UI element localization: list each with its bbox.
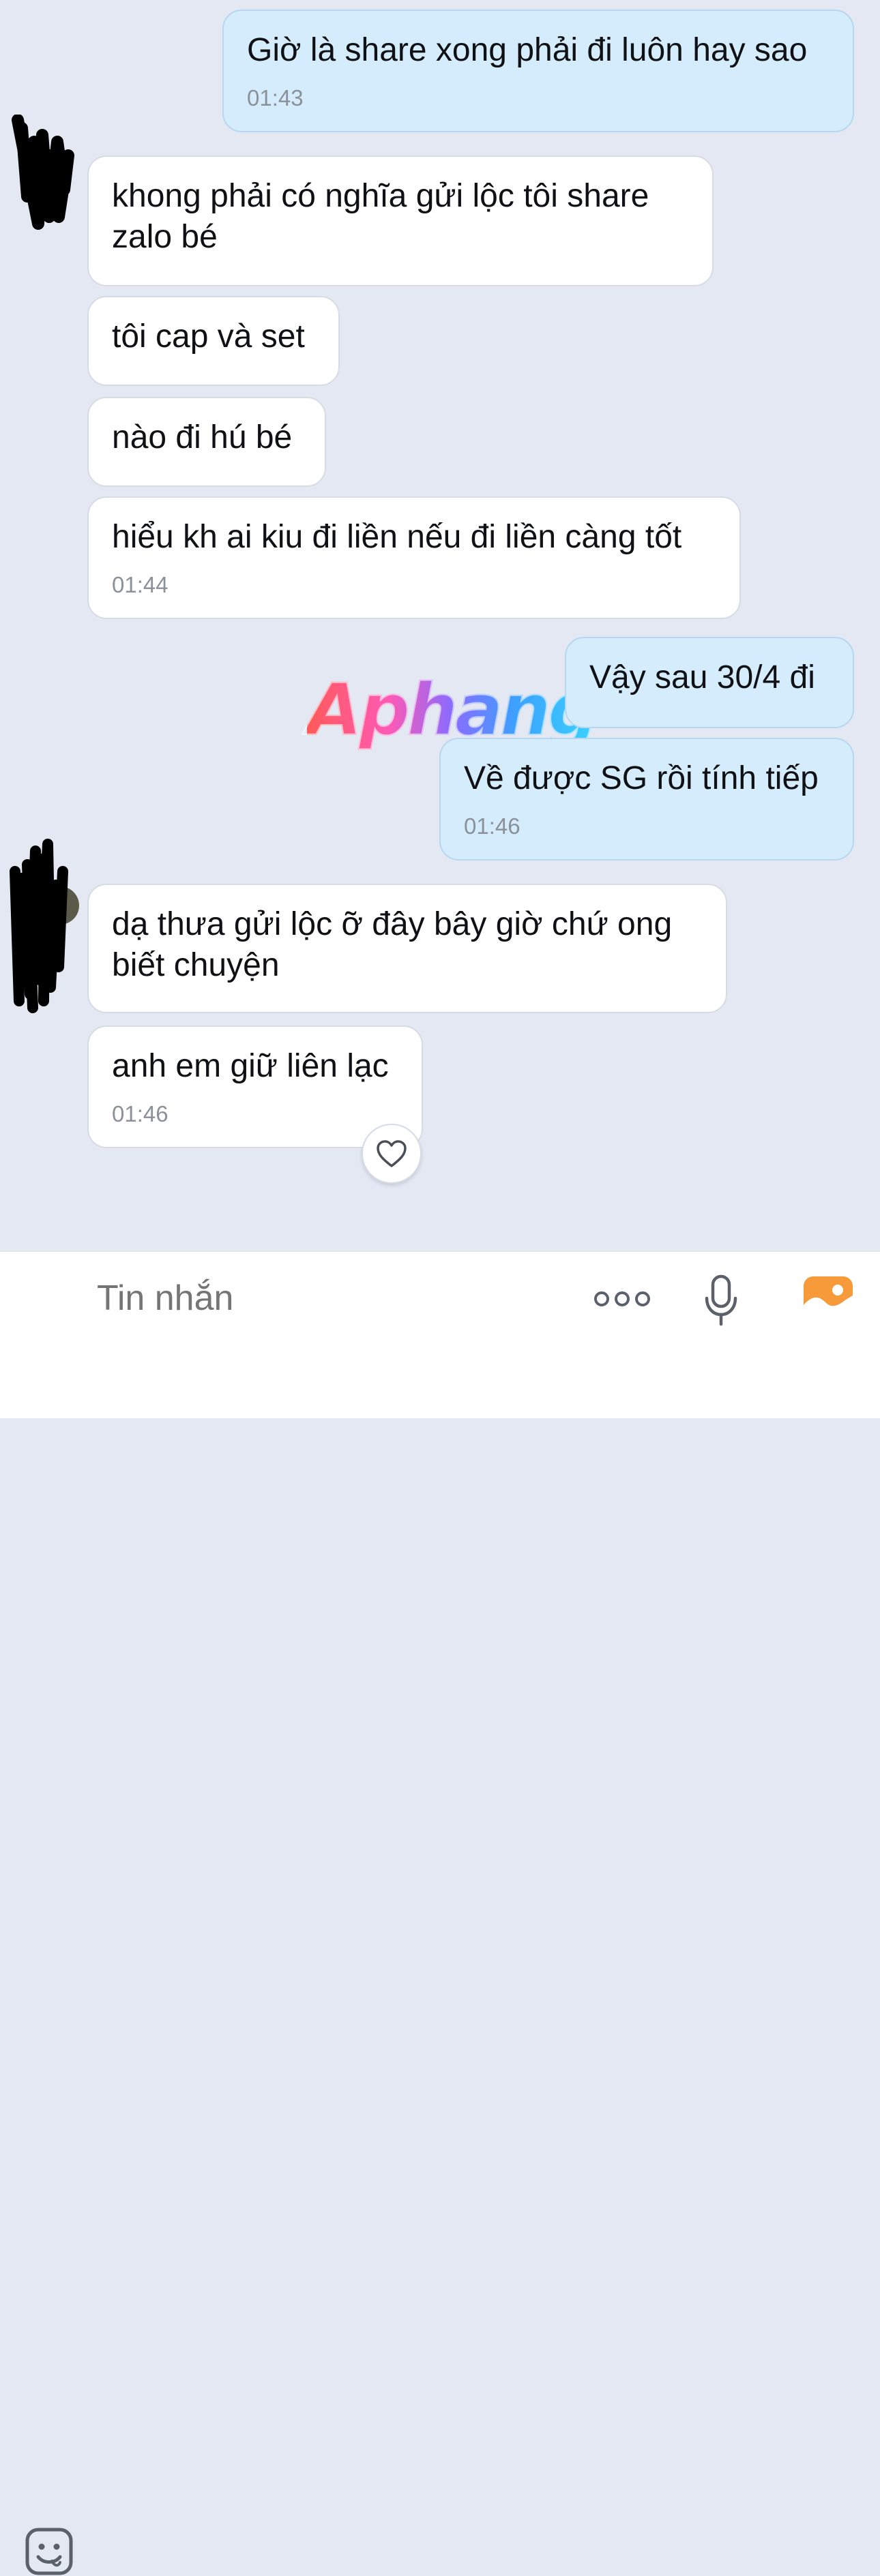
microphone-icon[interactable] bbox=[703, 1274, 739, 1327]
heart-outline-icon bbox=[377, 1140, 407, 1167]
message-text: dạ thưa gửi lộc ỡ đây bây giờ chứ ong bi… bbox=[112, 906, 673, 983]
message-bubble-incoming[interactable]: khong phải có nghĩa gửi lộc tôi share za… bbox=[87, 155, 714, 286]
message-bubble-outgoing[interactable]: Vậy sau 30/4 đi bbox=[565, 637, 854, 728]
message-input[interactable] bbox=[97, 1276, 574, 1320]
chat-area: Giờ là share xong phải đi luôn hay sao 0… bbox=[0, 0, 880, 1251]
message-bubble-incoming[interactable]: hiểu kh ai kiu đi liền nếu đi liền càng … bbox=[87, 496, 741, 619]
message-text: tôi cap và set bbox=[112, 318, 305, 355]
message-time: 01:43 bbox=[247, 85, 304, 110]
image-gallery-icon[interactable] bbox=[802, 1275, 854, 1323]
emoji-sticker-icon[interactable] bbox=[25, 2527, 74, 2576]
message-text: Về được SG rồi tính tiếp bbox=[464, 760, 819, 796]
message-bubble-incoming[interactable]: tôi cap và set bbox=[87, 296, 340, 386]
message-time: 01:46 bbox=[464, 813, 520, 839]
message-bubble-outgoing[interactable]: Giờ là share xong phải đi luôn hay sao 0… bbox=[222, 10, 854, 132]
message-text: Giờ là share xong phải đi luôn hay sao bbox=[247, 32, 808, 68]
message-text: anh em giữ liên lạc bbox=[112, 1048, 389, 1084]
message-text: Vậy sau 30/4 đi bbox=[589, 659, 815, 695]
message-text: nào đi hú bé bbox=[112, 419, 293, 455]
message-text: hiểu kh ai kiu đi liền nếu đi liền càng … bbox=[112, 519, 682, 555]
react-heart-button[interactable] bbox=[362, 1124, 422, 1184]
redacted-avatar-scribble bbox=[12, 115, 74, 230]
redacted-avatar-scribble bbox=[10, 839, 79, 1013]
message-time: 01:46 bbox=[112, 1101, 168, 1126]
message-text: khong phải có nghĩa gửi lộc tôi share za… bbox=[112, 178, 649, 255]
message-time: 01:44 bbox=[112, 572, 168, 597]
message-bubble-incoming[interactable]: dạ thưa gửi lộc ỡ đây bây giờ chứ ong bi… bbox=[87, 884, 727, 1013]
more-options-icon[interactable] bbox=[593, 1287, 651, 1311]
message-bubble-incoming[interactable]: nào đi hú bé bbox=[87, 397, 326, 487]
message-bubble-outgoing[interactable]: Về được SG rồi tính tiếp 01:46 bbox=[439, 738, 854, 860]
